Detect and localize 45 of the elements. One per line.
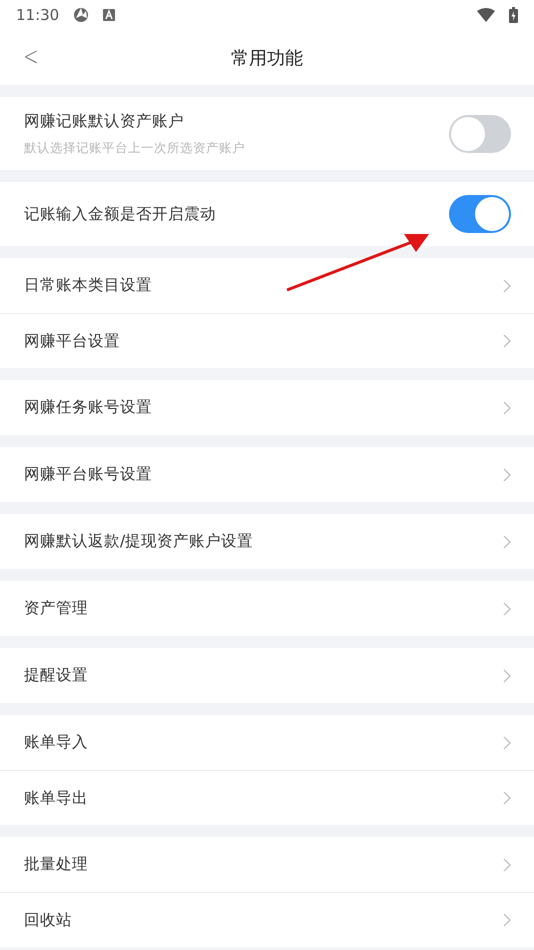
chevron-right-icon bbox=[503, 534, 511, 548]
row-label: 回收站 bbox=[24, 910, 73, 930]
back-button[interactable]: < bbox=[19, 42, 43, 72]
row-description: 默认选择记账平台上一次所选资产账户 bbox=[24, 140, 246, 156]
row-label: 网赚平台账号设置 bbox=[24, 464, 153, 485]
keyboard-icon bbox=[103, 9, 116, 21]
toggle-switch[interactable] bbox=[449, 195, 511, 233]
chevron-right-icon bbox=[503, 913, 511, 927]
settings-item[interactable]: 网赚默认返款/提现资产账户设置 bbox=[0, 514, 534, 569]
settings-item[interactable]: 提醒设置 bbox=[0, 648, 534, 703]
chevron-right-icon bbox=[503, 858, 511, 872]
settings-item[interactable]: 网赚平台设置 bbox=[0, 313, 534, 368]
wifi-icon bbox=[477, 8, 495, 22]
toggle-switch[interactable] bbox=[449, 114, 511, 152]
row-label: 网赚平台设置 bbox=[24, 330, 121, 352]
chevron-right-icon bbox=[503, 668, 511, 682]
chevron-right-icon bbox=[503, 400, 511, 414]
settings-item[interactable]: 网赚平台账号设置 bbox=[0, 447, 534, 502]
settings-item[interactable]: 批量处理 bbox=[0, 837, 534, 892]
battery-icon bbox=[509, 7, 518, 23]
row-label: 网赚任务账号设置 bbox=[24, 397, 153, 418]
row-label: 账单导出 bbox=[24, 788, 89, 808]
chevron-right-icon bbox=[503, 736, 511, 750]
row-label: 记账输入金额是否开启震动 bbox=[24, 204, 217, 224]
settings-item[interactable]: 资产管理 bbox=[0, 581, 534, 636]
chevron-right-icon bbox=[503, 334, 511, 348]
settings-item[interactable]: 日常账本类目设置 bbox=[0, 258, 534, 313]
row-label: 日常账本类目设置 bbox=[24, 275, 153, 296]
row-label: 批量处理 bbox=[24, 854, 89, 875]
settings-item[interactable]: 回收站 bbox=[0, 892, 534, 947]
chevron-right-icon bbox=[503, 791, 511, 805]
chevron-right-icon bbox=[503, 602, 511, 616]
chevron-right-icon bbox=[503, 278, 511, 292]
row-label: 资产管理 bbox=[24, 598, 89, 619]
page-title: 常用功能 bbox=[231, 46, 303, 70]
settings-item[interactable]: 账单导出 bbox=[0, 770, 534, 825]
row-label: 网赚记账默认资产账户 bbox=[24, 110, 185, 132]
row-label: 账单导入 bbox=[24, 732, 89, 753]
sync-icon bbox=[73, 7, 90, 23]
chevron-right-icon bbox=[503, 468, 511, 482]
status-time: 11:30 bbox=[16, 6, 60, 24]
settings-item[interactable]: 账单导入 bbox=[0, 715, 534, 770]
row-label: 提醒设置 bbox=[24, 665, 89, 686]
settings-item[interactable]: 网赚任务账号设置 bbox=[0, 380, 534, 435]
row-label: 网赚默认返款/提现资产账户设置 bbox=[24, 531, 254, 552]
